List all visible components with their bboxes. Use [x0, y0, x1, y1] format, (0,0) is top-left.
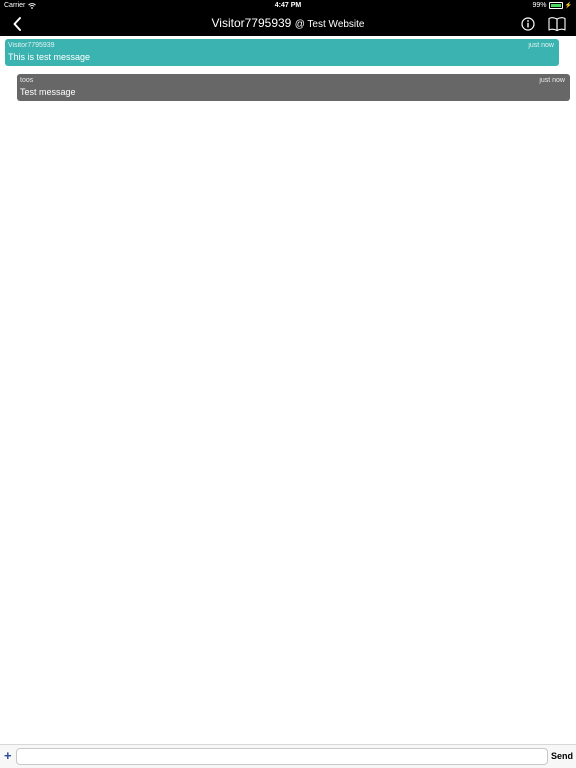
battery-percent: 99% [532, 2, 547, 9]
message-input[interactable] [16, 748, 548, 765]
info-button[interactable] [520, 16, 536, 32]
message-bubble-visitor: Visitor7795939 just now This is test mes… [5, 39, 559, 66]
message-text: This is test message [8, 52, 91, 62]
battery-icon [548, 2, 563, 9]
message-text: Test message [20, 87, 76, 97]
message-bubble-agent: toos just now Test message [17, 74, 570, 101]
canned-responses-button[interactable] [547, 16, 567, 32]
info-icon [521, 17, 535, 31]
book-icon [548, 17, 566, 32]
page-title: Visitor7795939 @ Test Website [0, 16, 576, 30]
status-bar: Carrier 4:47 PM 99% ⚡ [0, 0, 576, 12]
visitor-name: Visitor7795939 [211, 16, 292, 30]
message-time: just now [528, 42, 554, 49]
status-time: 4:47 PM [274, 2, 302, 9]
message-sender: Visitor7795939 [8, 42, 55, 49]
message-time: just now [539, 77, 565, 84]
charging-icon: ⚡ [564, 3, 572, 9]
message-sender: toos [20, 77, 34, 84]
input-bar: + Send [0, 744, 576, 768]
add-attachment-button[interactable]: + [4, 748, 12, 764]
battery-fill [550, 4, 561, 7]
status-right: 99% ⚡ [532, 2, 572, 9]
site-name: @ Test Website [294, 19, 365, 30]
nav-bar: Visitor7795939 @ Test Website [0, 12, 576, 36]
send-button[interactable]: Send [551, 751, 573, 761]
